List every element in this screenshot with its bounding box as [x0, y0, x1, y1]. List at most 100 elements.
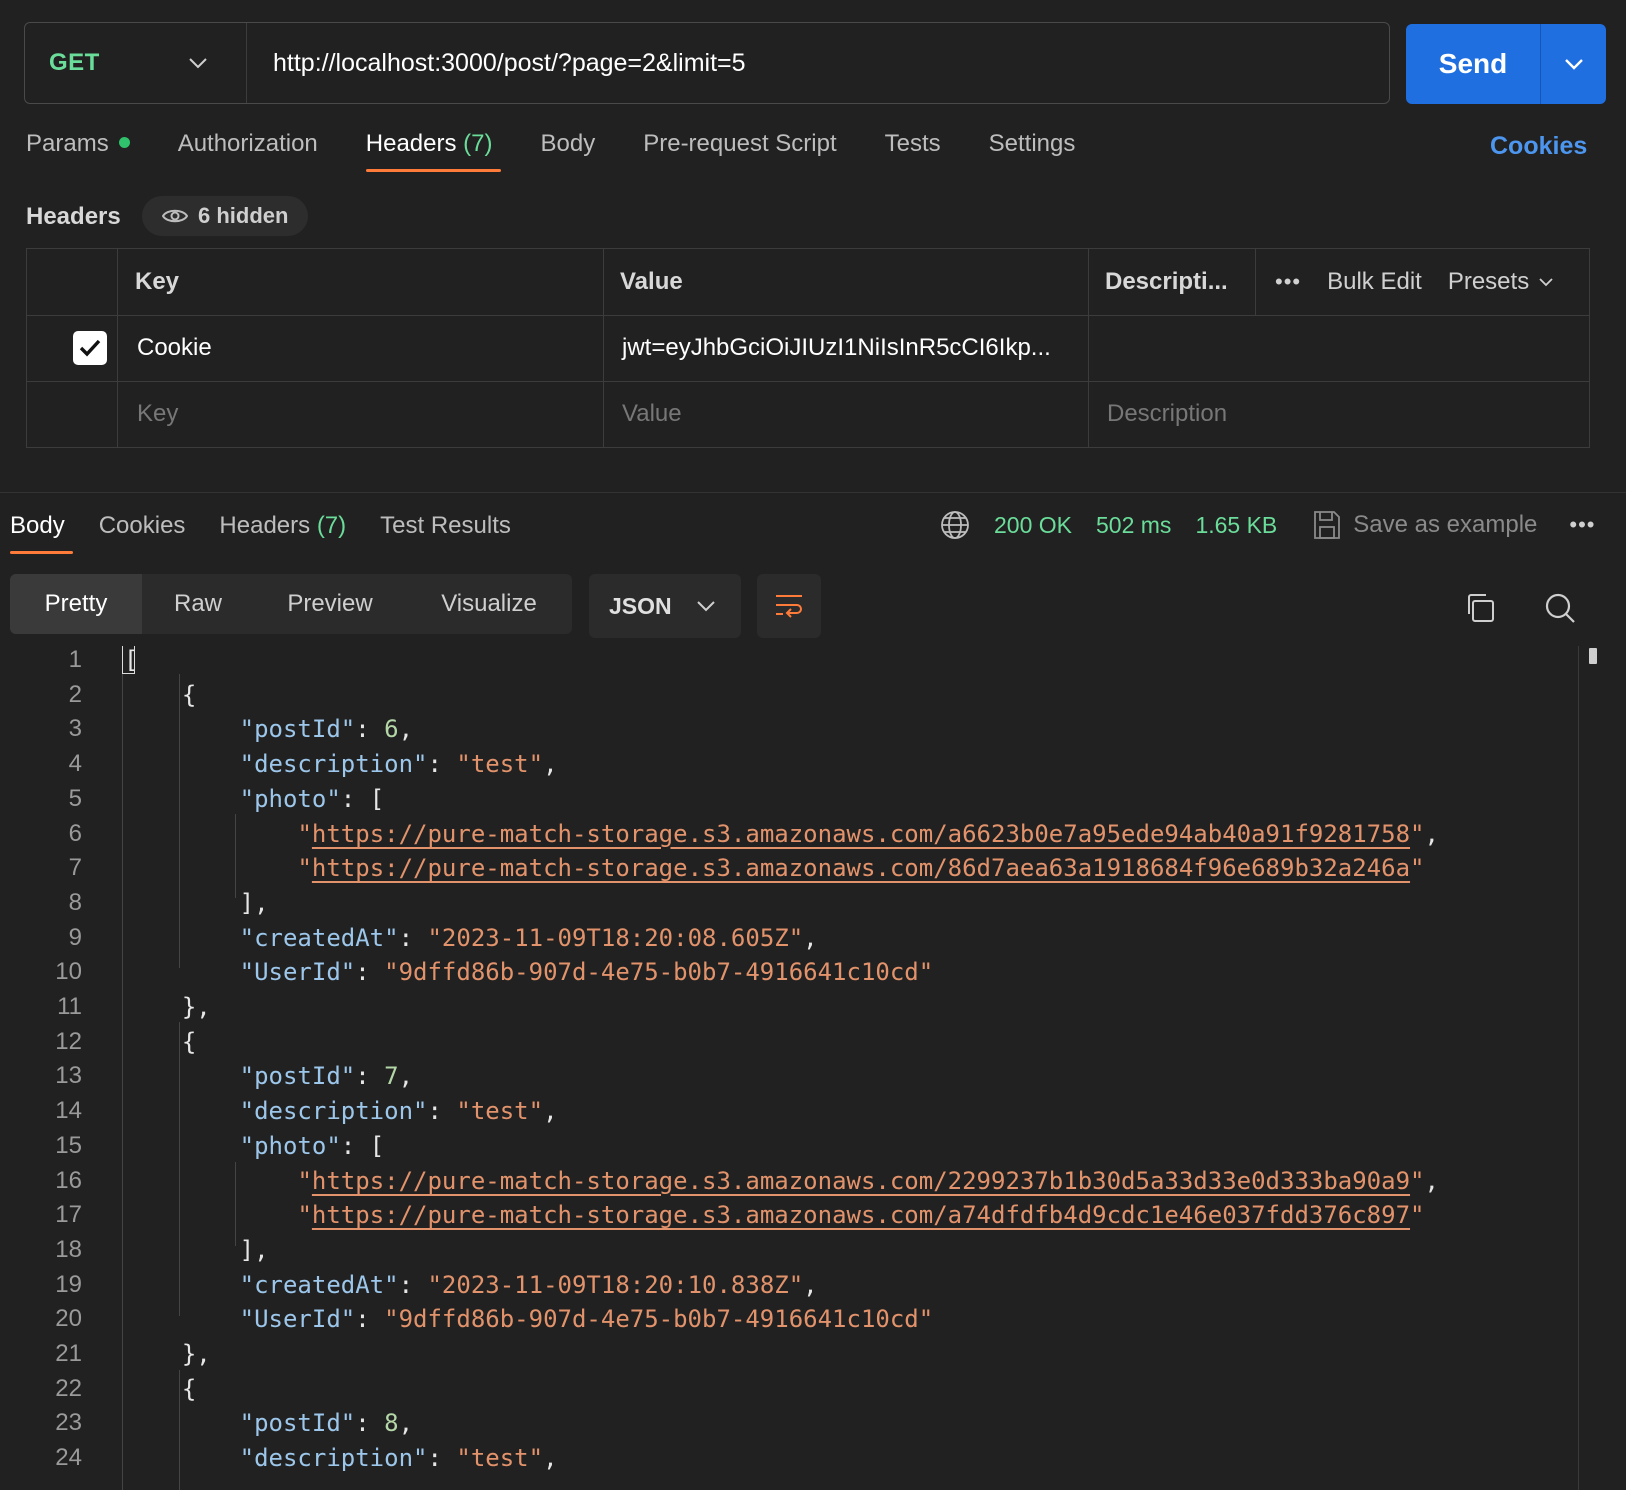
- line-number: 19: [55, 1270, 82, 1298]
- params-indicator-dot: [118, 137, 130, 149]
- response-status: 200 OK 502 ms 1.65 KB Save as example ••…: [940, 510, 1596, 540]
- status-code[interactable]: 200 OK: [994, 512, 1072, 539]
- code-line: 19 "createdAt": "2023-11-09T18:20:10.838…: [0, 1267, 1560, 1303]
- table-row-new: Key Value Description: [27, 381, 1589, 447]
- line-number: 8: [68, 888, 82, 916]
- line-number: 1: [68, 646, 82, 673]
- code-text: "description": "test",: [239, 750, 558, 779]
- code-text: "https://pure-match-storage.s3.amazonaws…: [297, 1166, 1439, 1195]
- code-text: "postId": 8,: [239, 1409, 414, 1438]
- headers-section-title: Headers: [26, 203, 121, 230]
- code-text: "createdAt": "2023-11-09T18:20:10.838Z",: [239, 1270, 818, 1299]
- tab-authorization[interactable]: Authorization: [178, 130, 318, 158]
- code-line: 4 "description": "test",: [0, 746, 1560, 782]
- line-number: 9: [68, 923, 82, 951]
- code-line: 2 {: [0, 677, 1560, 713]
- chevron-down-icon: [1539, 277, 1553, 286]
- code-line: 16 "https://pure-match-storage.s3.amazon…: [0, 1163, 1560, 1199]
- response-tab-headers[interactable]: Headers (7): [219, 512, 346, 540]
- code-line: 7 "https://pure-match-storage.s3.amazona…: [0, 850, 1560, 886]
- headers-table: Key Value Descripti... ••• Bulk Edit Pre…: [26, 248, 1590, 448]
- code-line: 9 "createdAt": "2023-11-09T18:20:08.605Z…: [0, 920, 1560, 956]
- new-value-input[interactable]: Value: [622, 381, 682, 447]
- view-visualize[interactable]: Visualize: [406, 574, 572, 634]
- pane-divider[interactable]: [0, 492, 1626, 493]
- response-body-editor[interactable]: 1[2 {3 "postId": 6, 4 "description": "tes…: [0, 646, 1580, 1490]
- hidden-headers-toggle[interactable]: 6 hidden: [142, 196, 309, 236]
- line-number: 20: [55, 1305, 82, 1333]
- response-tab-body[interactable]: Body: [10, 512, 73, 554]
- response-size[interactable]: 1.65 KB: [1195, 512, 1277, 539]
- header-value-cell[interactable]: jwt=eyJhbGciOiJIUzI1NiIsInR5cCI6Ikp...: [622, 315, 1051, 381]
- header-description-cell[interactable]: [1089, 315, 1589, 381]
- cookies-link[interactable]: Cookies: [1490, 132, 1587, 161]
- code-text: "https://pure-match-storage.s3.amazonaws…: [297, 819, 1439, 848]
- tab-body[interactable]: Body: [541, 130, 596, 158]
- line-number: 17: [55, 1201, 82, 1229]
- tab-pre-request-script[interactable]: Pre-request Script: [643, 130, 836, 158]
- chevron-down-icon: [697, 600, 715, 611]
- method-label: GET: [49, 49, 100, 76]
- line-number: 21: [55, 1340, 82, 1367]
- column-description: Descripti...: [1105, 268, 1228, 295]
- code-line: 15 "photo": [: [0, 1128, 1560, 1164]
- code-line: 18 ],: [0, 1232, 1560, 1268]
- more-options-icon[interactable]: •••: [1569, 512, 1595, 538]
- code-line: 8 ],: [0, 885, 1560, 921]
- line-number: 12: [55, 1027, 82, 1055]
- code-line: 5 "photo": [: [0, 781, 1560, 817]
- header-key-cell[interactable]: Cookie: [137, 315, 212, 381]
- url-input[interactable]: [247, 22, 1389, 104]
- new-key-input[interactable]: Key: [137, 381, 178, 447]
- eye-icon: [162, 209, 188, 223]
- url-bar: GET: [24, 22, 1390, 104]
- globe-icon[interactable]: [940, 510, 970, 540]
- view-pretty[interactable]: Pretty: [10, 574, 142, 634]
- editor-scrollbar-thumb[interactable]: [1589, 648, 1597, 664]
- language-select[interactable]: JSON: [589, 574, 741, 638]
- response-tab-cookies[interactable]: Cookies: [99, 512, 186, 540]
- code-line: 3 "postId": 6,: [0, 711, 1560, 747]
- search-icon[interactable]: [1540, 588, 1580, 628]
- line-number: 10: [55, 958, 82, 986]
- bulk-edit-button[interactable]: Bulk Edit: [1327, 268, 1422, 296]
- table-header-row: Key Value Descripti... ••• Bulk Edit Pre…: [27, 249, 1589, 316]
- view-raw[interactable]: Raw: [142, 574, 254, 634]
- tab-params[interactable]: Params: [26, 130, 130, 158]
- code-line: 10 "UserId": "9dffd86b-907d-4e75-b0b7-49…: [0, 954, 1560, 990]
- code-text: "https://pure-match-storage.s3.amazonaws…: [297, 854, 1425, 883]
- code-text: {: [181, 680, 197, 709]
- line-number: 23: [55, 1409, 82, 1437]
- response-tab-test-results[interactable]: Test Results: [380, 512, 511, 540]
- code-text: "createdAt": "2023-11-09T18:20:08.605Z",: [239, 923, 818, 952]
- presets-dropdown[interactable]: Presets: [1448, 268, 1553, 296]
- save-icon: [1314, 511, 1341, 539]
- new-description-input[interactable]: Description: [1107, 381, 1227, 447]
- copy-icon[interactable]: [1460, 588, 1500, 628]
- code-text: },: [181, 1340, 211, 1368]
- code-line: 13 "postId": 7,: [0, 1058, 1560, 1094]
- save-as-example-button[interactable]: Save as example: [1313, 510, 1537, 540]
- hidden-count-label: 6 hidden: [198, 203, 289, 228]
- line-number: 18: [55, 1235, 82, 1263]
- method-select[interactable]: GET: [25, 23, 247, 103]
- code-line: 21 },: [0, 1336, 1560, 1372]
- response-time[interactable]: 502 ms: [1096, 512, 1171, 539]
- tab-tests[interactable]: Tests: [885, 130, 941, 158]
- send-options-button[interactable]: [1541, 24, 1606, 104]
- tab-settings[interactable]: Settings: [989, 130, 1076, 158]
- more-options-icon[interactable]: •••: [1275, 269, 1301, 295]
- wrap-lines-button[interactable]: [757, 574, 821, 638]
- tab-headers[interactable]: Headers (7): [365, 130, 501, 172]
- indent-guide: [179, 674, 180, 968]
- send-button[interactable]: Send: [1406, 24, 1541, 104]
- code-text: "description": "test",: [239, 1444, 558, 1473]
- line-number: 15: [55, 1131, 82, 1159]
- view-preview[interactable]: Preview: [254, 574, 406, 634]
- code-line: 6 "https://pure-match-storage.s3.amazona…: [0, 816, 1560, 852]
- chevron-down-icon: [189, 58, 207, 69]
- line-number: 24: [55, 1444, 82, 1472]
- code-text: ],: [239, 888, 269, 917]
- line-number: 16: [55, 1166, 82, 1194]
- header-enabled-checkbox[interactable]: [73, 331, 107, 365]
